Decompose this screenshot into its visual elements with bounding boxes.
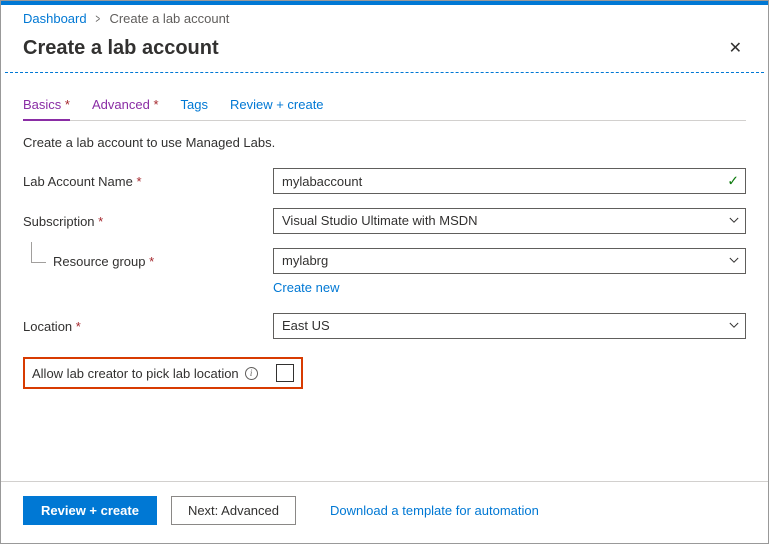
header: Create a lab account ✕ — [1, 30, 768, 72]
tab-bar: Basics * Advanced * Tags Review + create — [23, 91, 746, 121]
close-icon[interactable]: ✕ — [725, 34, 746, 62]
tab-basics[interactable]: Basics * — [23, 91, 70, 120]
intro-text: Create a lab account to use Managed Labs… — [23, 135, 746, 150]
label-location: Location * — [23, 319, 273, 334]
lab-account-name-input[interactable] — [273, 168, 746, 194]
next-advanced-button[interactable]: Next: Advanced — [171, 496, 296, 525]
label-subscription: Subscription * — [23, 214, 273, 229]
allow-pick-location-row: Allow lab creator to pick lab location i — [23, 357, 303, 389]
tab-tags[interactable]: Tags — [181, 91, 208, 120]
breadcrumb: Dashboard > Create a lab account — [1, 5, 768, 30]
chevron-right-icon: > — [93, 11, 102, 26]
breadcrumb-root[interactable]: Dashboard — [23, 11, 87, 26]
label-resource-group: Resource group * — [23, 254, 273, 269]
allow-pick-location-checkbox[interactable] — [276, 364, 294, 382]
download-template-link[interactable]: Download a template for automation — [330, 503, 539, 518]
page-title: Create a lab account — [23, 37, 219, 60]
resource-group-select[interactable]: mylabrg — [273, 248, 746, 274]
label-lab-account-name: Lab Account Name * — [23, 174, 273, 189]
subscription-select[interactable]: Visual Studio Ultimate with MSDN — [273, 208, 746, 234]
breadcrumb-current: Create a lab account — [109, 11, 229, 26]
tab-review[interactable]: Review + create — [230, 91, 324, 120]
review-create-button[interactable]: Review + create — [23, 496, 157, 525]
info-icon[interactable]: i — [245, 367, 258, 380]
location-select[interactable]: East US — [273, 313, 746, 339]
label-allow-pick-location: Allow lab creator to pick lab location — [32, 366, 239, 381]
tab-advanced[interactable]: Advanced * — [92, 91, 159, 120]
create-new-link[interactable]: Create new — [273, 280, 339, 295]
footer: Review + create Next: Advanced Download … — [1, 481, 768, 543]
